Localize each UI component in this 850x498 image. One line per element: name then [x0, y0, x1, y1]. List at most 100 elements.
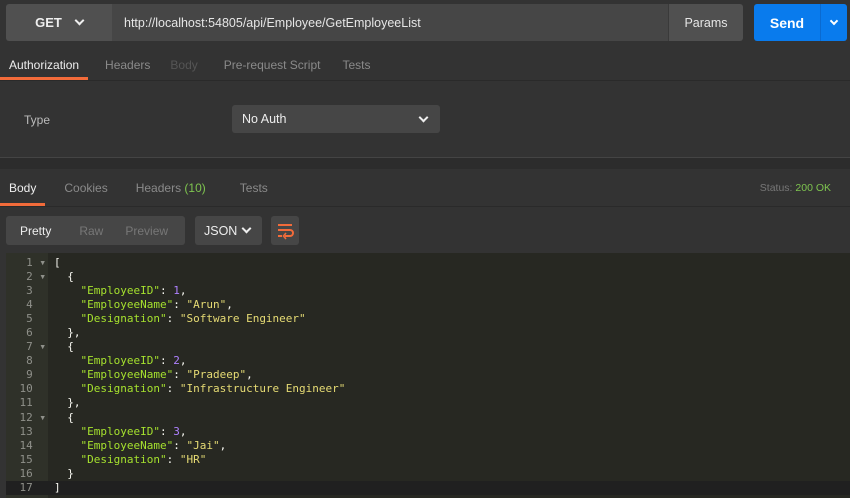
code-token: "Designation" — [54, 452, 167, 466]
send-button[interactable]: Send — [754, 4, 820, 41]
chevron-down-icon — [418, 112, 429, 122]
code-line: "EmployeeName": "Arun", — [54, 298, 345, 312]
json-body: [ { "EmployeeID": 1, "EmployeeName": "Ar… — [54, 256, 345, 495]
tab-headers[interactable]: Headers — [96, 50, 159, 80]
code-token: : — [166, 452, 180, 466]
chevron-down-icon — [829, 16, 839, 25]
code-line: "Designation": "Infrastructure Engineer" — [54, 382, 345, 396]
tab-cookies[interactable]: Cookies — [55, 170, 116, 206]
line-number: 3 — [26, 284, 46, 298]
code-token: , — [179, 424, 187, 438]
view-mode-group: Pretty Raw Preview — [6, 216, 185, 245]
chevron-down-icon — [241, 223, 252, 234]
code-line: [ — [54, 256, 345, 270]
code-token: "EmployeeName" — [54, 298, 174, 312]
code-token: : — [173, 368, 187, 382]
tab-tests[interactable]: Tests — [333, 50, 379, 80]
line-number: 16 — [19, 466, 46, 480]
line-number: 2 ▾ — [26, 270, 46, 284]
chevron-down-icon — [74, 15, 85, 26]
code-token: "Infrastructure Engineer" — [179, 382, 346, 396]
code-token: , — [179, 354, 187, 368]
tab-response-tests[interactable]: Tests — [231, 170, 277, 206]
code-token: : — [173, 298, 187, 312]
code-token: 3 — [173, 424, 180, 438]
code-line: }, — [54, 396, 345, 410]
code-line: "EmployeeID": 3, — [54, 425, 345, 439]
code-token: : — [159, 354, 174, 368]
line-number: 15 — [19, 452, 46, 466]
tab-body[interactable]: Body — [161, 50, 206, 80]
code-token: , — [226, 298, 233, 312]
code-token: "Designation" — [54, 382, 167, 396]
code-line: { — [54, 411, 345, 425]
code-line: } — [54, 467, 345, 481]
tab-response-body[interactable]: Body — [0, 170, 46, 206]
code-token: "EmployeeID" — [54, 354, 160, 368]
code-token: } — [54, 466, 74, 480]
line-number: 8 — [26, 354, 46, 368]
response-editor[interactable]: 1 ▾ 2 ▾ 3 4 5 6 7 ▾ 8 9 10 11 12 ▾ 13 14 15 … — [6, 253, 850, 498]
code-line: "EmployeeName": "Jai", — [54, 439, 345, 453]
status-display: Status: 200 OK — [760, 182, 831, 194]
tab-authorization[interactable]: Authorization — [0, 50, 89, 80]
code-token: "Designation" — [54, 312, 167, 326]
code-token: "EmployeeName" — [54, 438, 174, 452]
code-line: }, — [54, 326, 345, 340]
format-value: JSON — [204, 223, 238, 238]
format-select[interactable]: JSON — [195, 216, 262, 245]
code-token: { — [54, 410, 74, 424]
code-line: "EmployeeID": 1, — [54, 284, 345, 298]
code-token: }, — [54, 326, 81, 340]
code-token: "Pradeep" — [186, 368, 247, 382]
wrap-lines-button[interactable] — [271, 216, 299, 245]
code-line: { — [54, 270, 345, 284]
code-token: : — [173, 438, 187, 452]
code-token: }, — [54, 396, 81, 410]
code-token: [ — [54, 256, 61, 269]
code-line: "EmployeeID": 2, — [54, 354, 345, 368]
code-line: "Designation": "HR" — [54, 453, 345, 467]
code-token: 1 — [173, 284, 180, 298]
line-number: 9 — [26, 368, 46, 382]
view-raw[interactable]: Raw — [65, 224, 117, 238]
tab-response-headers[interactable]: Headers (10) — [127, 170, 215, 206]
code-token: : — [159, 284, 174, 298]
response-tabs: Body Cookies Headers (10) Tests Status: … — [0, 170, 850, 207]
auth-type-select[interactable]: No Auth — [232, 105, 440, 133]
code-token: "EmployeeName" — [54, 368, 174, 382]
code-token: "Software Engineer" — [179, 312, 306, 326]
line-number: 1 ▾ — [26, 256, 46, 269]
method-select[interactable]: GET — [6, 4, 112, 41]
request-tabs: Authorization Headers Body Pre-request S… — [0, 50, 850, 81]
code-token: "EmployeeID" — [54, 284, 160, 298]
view-preview[interactable]: Preview — [117, 224, 176, 238]
code-token: , — [179, 284, 187, 298]
view-pretty[interactable]: Pretty — [6, 224, 65, 238]
line-number: 10 — [19, 382, 46, 396]
wrap-icon — [278, 224, 294, 240]
code-token: { — [54, 340, 74, 354]
line-numbers: 1 ▾ 2 ▾ 3 4 5 6 7 ▾ 8 9 10 11 12 ▾ 13 14 15 … — [6, 256, 48, 495]
status-label: Status: — [759, 182, 793, 194]
send-options-button[interactable] — [820, 4, 847, 41]
code-token: : — [166, 312, 180, 326]
code-token: 2 — [173, 354, 180, 368]
code-line: ] — [54, 481, 345, 495]
code-token: "Jai" — [186, 438, 220, 452]
line-number: 5 — [26, 312, 46, 326]
line-number: 17 — [19, 480, 46, 494]
code-line: "Designation": "Software Engineer" — [54, 312, 345, 326]
params-button[interactable]: Params — [668, 4, 743, 41]
headers-label: Headers — [135, 181, 182, 195]
line-number: 11 — [19, 396, 46, 410]
code-token: { — [54, 270, 74, 284]
line-number: 6 — [26, 326, 46, 340]
tab-pre-request-script[interactable]: Pre-request Script — [215, 50, 330, 80]
url-input[interactable]: http://localhost:54805/api/Employee/GetE… — [112, 4, 668, 41]
line-number: 13 — [19, 424, 46, 438]
code-token: , — [219, 438, 227, 452]
line-number: 14 — [19, 438, 46, 452]
line-number: 4 — [26, 298, 46, 312]
code-token: "HR" — [179, 452, 207, 466]
